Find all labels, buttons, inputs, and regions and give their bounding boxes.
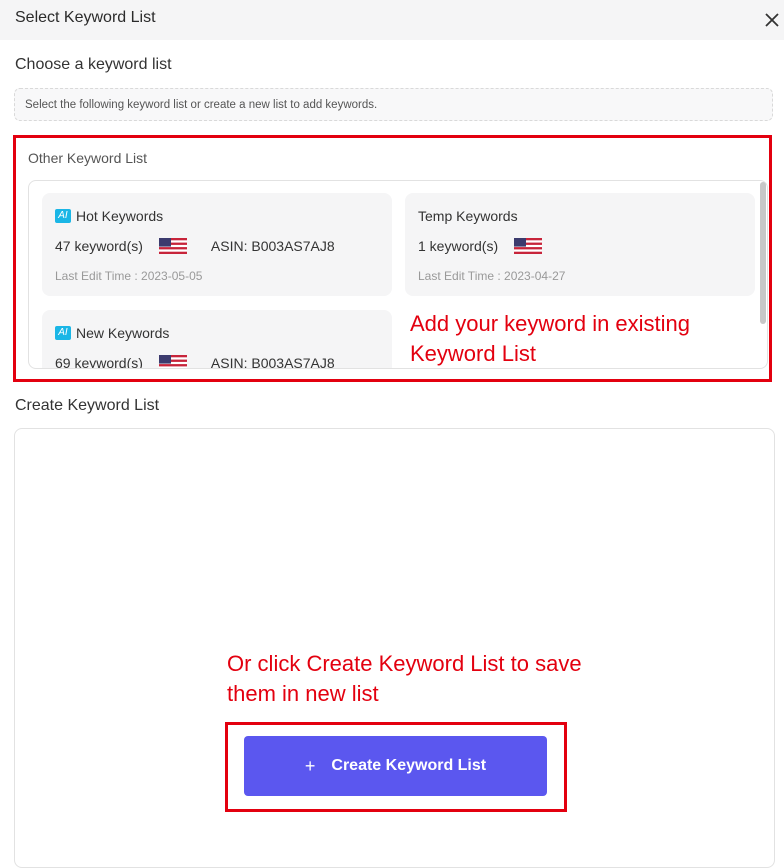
dialog-title: Select Keyword List [15, 9, 156, 27]
dialog-header: Select Keyword List [0, 0, 784, 40]
annotation-existing-line1: Add your keyword in existing [410, 309, 690, 339]
keyword-count: 1 keyword(s) [418, 238, 498, 254]
create-keyword-list-title: Create Keyword List [15, 397, 159, 415]
scrollbar[interactable] [760, 182, 766, 324]
choose-list-title: Choose a keyword list [15, 56, 172, 74]
keyword-list-card[interactable]: AI New Keywords 69 keyword(s) ASIN: B003… [42, 310, 392, 369]
keyword-count: 47 keyword(s) [55, 238, 143, 254]
hint-text: Select the following keyword list or cre… [25, 99, 377, 111]
us-flag-icon [514, 238, 542, 254]
hint-box: Select the following keyword list or cre… [14, 88, 773, 121]
keyword-list-card[interactable]: Temp Keywords 1 keyword(s) Last Edit Tim… [405, 193, 755, 296]
card-title: Temp Keywords [418, 208, 518, 224]
annotation-create-line1: Or click Create Keyword List to save [227, 649, 582, 679]
create-keyword-list-button[interactable]: + Create Keyword List [244, 736, 547, 796]
ai-badge: AI [55, 209, 71, 223]
last-edit-time: Last Edit Time : 2023-05-05 [55, 269, 202, 283]
other-keyword-list-title: Other Keyword List [28, 150, 147, 166]
card-title: AI New Keywords [55, 325, 169, 341]
us-flag-icon [159, 238, 187, 254]
plus-icon: + [305, 756, 316, 777]
annotation-create-line2: them in new list [227, 679, 379, 709]
last-edit-time: Last Edit Time : 2023-04-27 [418, 269, 565, 283]
card-name: Hot Keywords [76, 208, 163, 224]
annotation-existing-line2: Keyword List [410, 339, 536, 369]
keyword-list-viewport[interactable]: AI Hot Keywords 47 keyword(s) ASIN: B003… [28, 180, 768, 369]
card-name: Temp Keywords [418, 208, 518, 224]
card-meta: 47 keyword(s) ASIN: B003AS7AJ8 [55, 238, 335, 254]
card-name: New Keywords [76, 325, 169, 341]
card-meta: 1 keyword(s) [418, 238, 542, 254]
create-button-label: Create Keyword List [331, 757, 486, 775]
asin-value: ASIN: B003AS7AJ8 [211, 238, 335, 254]
keyword-count: 69 keyword(s) [55, 355, 143, 369]
ai-badge: AI [55, 326, 71, 340]
keyword-list-card[interactable]: AI Hot Keywords 47 keyword(s) ASIN: B003… [42, 193, 392, 296]
us-flag-icon [159, 355, 187, 369]
card-title: AI Hot Keywords [55, 208, 163, 224]
asin-value: ASIN: B003AS7AJ8 [211, 355, 335, 369]
close-icon[interactable] [762, 10, 782, 30]
card-meta: 69 keyword(s) ASIN: B003AS7AJ8 [55, 355, 335, 369]
